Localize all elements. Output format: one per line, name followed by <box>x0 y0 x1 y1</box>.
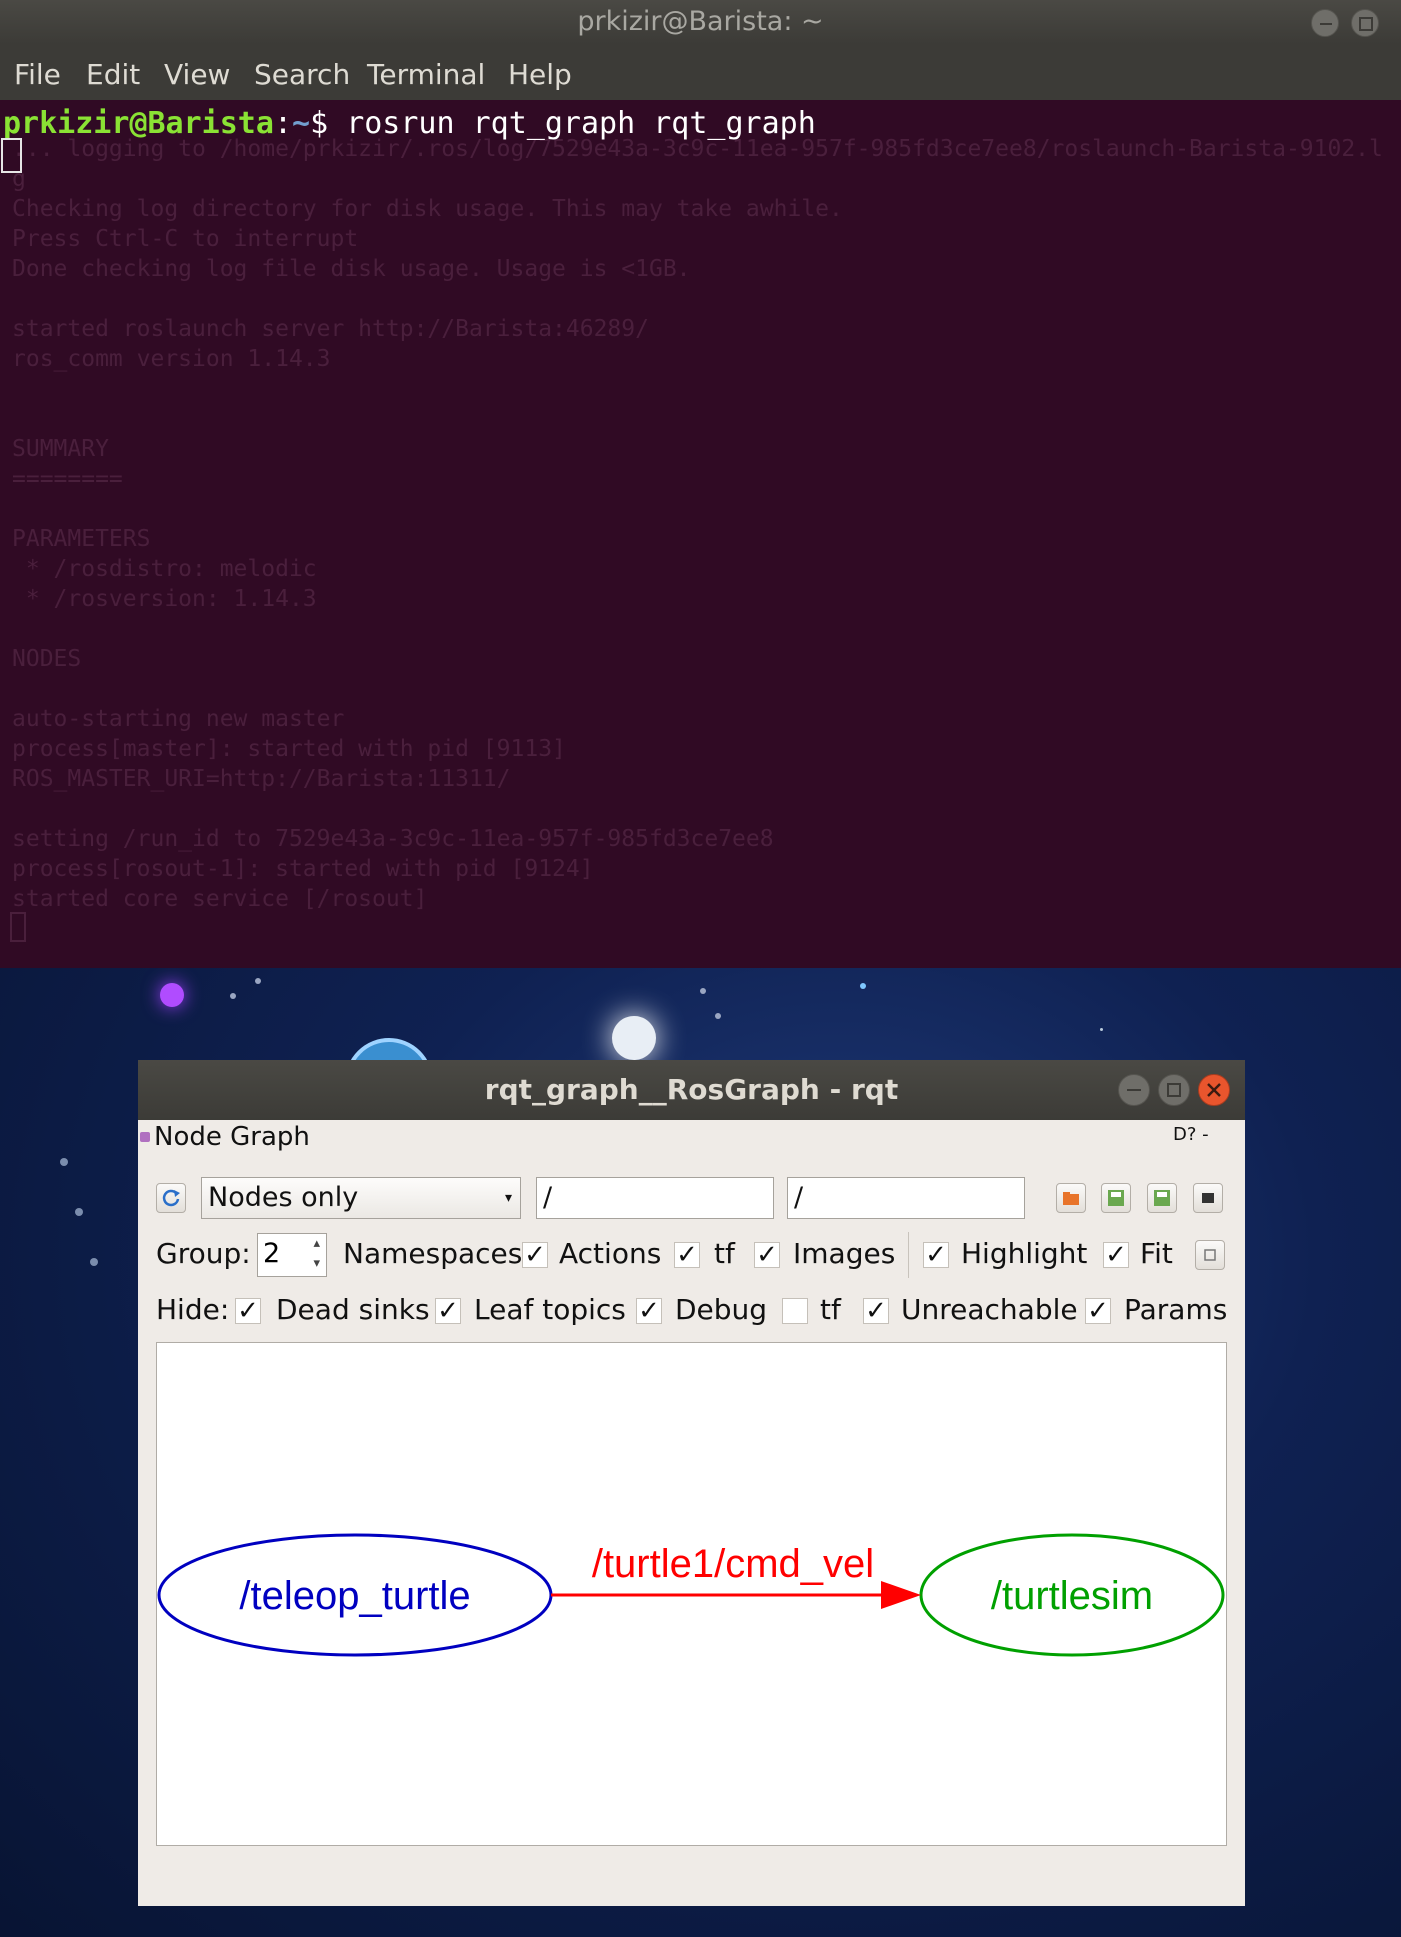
menu-search[interactable]: Search <box>254 58 350 91</box>
hide-label: Hide: <box>156 1293 230 1326</box>
maximize-icon[interactable] <box>1351 9 1379 37</box>
tf-label: tf <box>714 1237 735 1270</box>
debug-label: Debug <box>675 1293 768 1326</box>
terminal-titlebar: prkizir@Barista: ~ <box>0 0 1401 44</box>
menu-file[interactable]: File <box>14 58 61 91</box>
terminal-output[interactable]: ... logging to /home/prkizir/.ros/log/75… <box>0 100 1401 968</box>
node-filter-input[interactable]: / <box>536 1177 774 1219</box>
refresh-icon[interactable] <box>156 1183 186 1213</box>
edge-arrowhead <box>881 1581 921 1609</box>
menu-edit[interactable]: Edit <box>86 58 140 91</box>
plugin-header: Node Graph D? - <box>138 1120 1245 1152</box>
actions-checkbox[interactable]: ✓ <box>674 1242 700 1268</box>
wallpaper-star <box>860 983 866 989</box>
wallpaper-star <box>75 1208 83 1216</box>
minimize-icon[interactable] <box>1118 1074 1150 1106</box>
fit-view-icon[interactable] <box>1195 1240 1225 1270</box>
graph-svg: /teleop_turtle /turtlesim /turtle1/cmd_v… <box>157 1533 1225 1657</box>
menu-view[interactable]: View <box>164 58 230 91</box>
save-image-icon[interactable] <box>1147 1183 1177 1213</box>
graph-canvas[interactable]: /teleop_turtle /turtlesim /turtle1/cmd_v… <box>156 1342 1227 1846</box>
namespaces-checkbox[interactable]: ✓ <box>522 1242 548 1268</box>
view-mode-value: Nodes only <box>208 1182 359 1213</box>
dead-sinks-checkbox[interactable]: ✓ <box>235 1298 261 1324</box>
terminal-menubar: File Edit View Search Terminal Help <box>0 44 1401 100</box>
debug-checkbox[interactable]: ✓ <box>636 1298 662 1324</box>
fit-label: Fit <box>1140 1237 1173 1270</box>
prompt-user: prkizir@Barista <box>3 106 274 141</box>
wallpaper-star <box>90 1258 98 1266</box>
unreachable-label: Unreachable <box>901 1293 1078 1326</box>
images-label: Images <box>793 1237 896 1270</box>
hide-tf-label: tf <box>820 1293 841 1326</box>
actions-label: Actions <box>559 1237 662 1270</box>
highlight-label: Highlight <box>961 1237 1088 1270</box>
terminal-window: prkizir@Barista: ~ File Edit View Search… <box>0 0 1401 968</box>
wallpaper-purple-light <box>160 983 184 1007</box>
node-turtlesim-label: /turtlesim <box>991 1574 1153 1618</box>
topic-filter-input[interactable]: / <box>787 1177 1025 1219</box>
namespaces-label: Namespaces <box>343 1237 523 1270</box>
wallpaper-star <box>230 993 236 999</box>
prompt-symbol: $ <box>310 106 347 141</box>
params-checkbox[interactable]: ✓ <box>1085 1298 1111 1324</box>
plugin-icon <box>140 1132 150 1142</box>
minimize-icon[interactable] <box>1311 9 1339 37</box>
faded-cursor <box>10 912 26 942</box>
maximize-icon[interactable] <box>1158 1074 1190 1106</box>
highlight-checkbox[interactable]: ✓ <box>923 1242 949 1268</box>
leaf-topics-checkbox[interactable]: ✓ <box>435 1298 461 1324</box>
wallpaper-star <box>255 978 261 984</box>
view-mode-dropdown[interactable]: Nodes only ▾ <box>201 1177 521 1219</box>
menu-terminal[interactable]: Terminal <box>367 58 485 91</box>
hide-tf-checkbox[interactable] <box>782 1298 808 1324</box>
faded-log-output: ... logging to /home/prkizir/.ros/log/75… <box>12 136 1383 912</box>
group-label: Group: <box>156 1237 251 1270</box>
command-text: rosrun rqt_graph rqt_graph <box>346 106 816 141</box>
plugin-title: Node Graph <box>154 1122 310 1152</box>
rqt-title: rqt_graph__RosGraph - rqt <box>484 1073 899 1106</box>
node-teleop-turtle-label: /teleop_turtle <box>239 1574 470 1618</box>
wallpaper-star <box>1100 1028 1103 1031</box>
unreachable-checkbox[interactable]: ✓ <box>863 1298 889 1324</box>
wallpaper-moon <box>612 1016 656 1060</box>
group-spinbox[interactable]: 2 ▴ ▾ <box>257 1233 327 1277</box>
screenshot-icon[interactable] <box>1193 1183 1223 1213</box>
rqt-window: rqt_graph__RosGraph - rqt Node Graph D? … <box>138 1060 1245 1906</box>
menu-help[interactable]: Help <box>508 58 572 91</box>
params-label: Params <box>1124 1293 1228 1326</box>
toolbar-separator <box>908 1232 909 1278</box>
group-value: 2 <box>263 1238 281 1269</box>
prompt-line: prkizir@Barista:~$ rosrun rqt_graph rqt_… <box>3 106 816 141</box>
prompt-path: ~ <box>292 106 311 141</box>
tf-checkbox[interactable]: ✓ <box>754 1242 780 1268</box>
leaf-topics-label: Leaf topics <box>474 1293 626 1326</box>
wallpaper-star <box>700 988 706 994</box>
terminal-title: prkizir@Barista: ~ <box>577 6 824 37</box>
edge-cmd-vel-label: /turtle1/cmd_vel <box>592 1542 874 1586</box>
dead-sinks-label: Dead sinks <box>276 1293 430 1326</box>
wallpaper-star <box>60 1158 68 1166</box>
spin-arrows-icon[interactable]: ▴ ▾ <box>313 1234 320 1274</box>
text-cursor <box>1 138 22 173</box>
close-icon[interactable] <box>1198 1074 1230 1106</box>
plugin-controls[interactable]: D? - <box>1173 1124 1209 1145</box>
rqt-titlebar: rqt_graph__RosGraph - rqt <box>138 1060 1245 1120</box>
chevron-down-icon: ▾ <box>504 1190 512 1206</box>
fit-checkbox[interactable]: ✓ <box>1103 1242 1129 1268</box>
save-dot-icon[interactable] <box>1101 1183 1131 1213</box>
open-folder-icon[interactable] <box>1056 1183 1086 1213</box>
wallpaper-star <box>715 1013 721 1019</box>
prompt-separator: : <box>273 106 292 141</box>
